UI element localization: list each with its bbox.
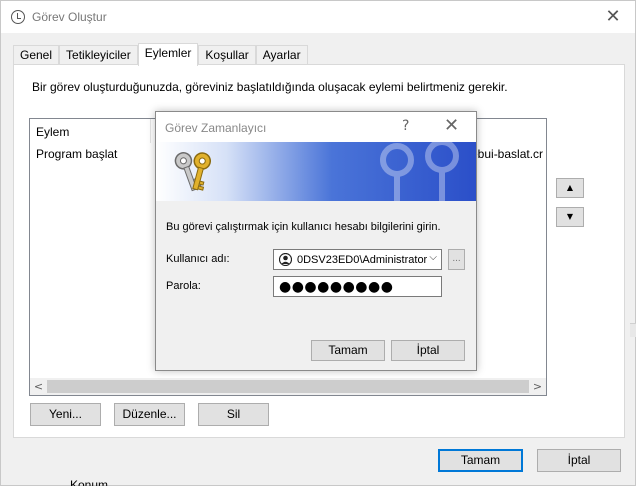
tab-general[interactable]: Genel	[13, 45, 60, 65]
dialog-title-bar: Görev Zamanlayıcı ? ✕	[156, 112, 476, 142]
tab-settings[interactable]: Ayarlar	[255, 45, 308, 65]
background-window-edge	[630, 323, 636, 337]
scroll-thumb[interactable]	[47, 380, 529, 393]
username-combobox[interactable]: 0DSV23ED0\Administrator ⌵	[273, 249, 442, 270]
password-masked-value: ●●●●●●●●●	[279, 279, 394, 295]
credential-dialog: Görev Zamanlayıcı ? ✕ Bu görevi çalıştır…	[155, 111, 477, 371]
tab-conditions[interactable]: Koşullar	[198, 45, 256, 65]
help-icon[interactable]: ?	[402, 118, 409, 134]
list-item[interactable]: Program başlat	[36, 147, 117, 161]
new-action-button[interactable]: Yeni...	[30, 403, 101, 426]
dialog-close-icon[interactable]: ✕	[444, 115, 459, 136]
move-down-button[interactable]: ▼	[556, 207, 584, 227]
cancel-button[interactable]: İptal	[537, 449, 621, 472]
ok-button[interactable]: Tamam	[438, 449, 523, 472]
dialog-instruction: Bu görevi çalıştırmak için kullanıcı hes…	[166, 221, 441, 233]
tab-bar: Genel Tetikleyiciler Eylemler Koşullar A…	[13, 43, 308, 66]
list-item-detail: ebui-baslat.cr	[471, 147, 544, 161]
tab-triggers[interactable]: Tetikleyiciler	[59, 45, 138, 65]
dialog-ok-button[interactable]: Tamam	[311, 340, 385, 361]
username-label: Kullanıcı adı:	[166, 253, 230, 265]
dialog-banner	[156, 142, 476, 201]
keys-icon	[174, 152, 212, 192]
column-action[interactable]: Eylem	[36, 125, 69, 139]
scroll-right-icon[interactable]: >	[529, 379, 546, 394]
user-avatar-icon	[279, 253, 292, 266]
actions-description: Bir görev oluşturduğunuzda, göreviniz ba…	[32, 80, 508, 94]
dialog-title: Görev Zamanlayıcı	[165, 121, 267, 135]
username-value: 0DSV23ED0\Administrator	[297, 254, 428, 266]
title-bar: Görev Oluştur ✕	[1, 1, 635, 33]
browse-user-button[interactable]: ...	[448, 249, 465, 270]
delete-action-button[interactable]: Sil	[198, 403, 269, 426]
scroll-left-icon[interactable]: <	[30, 379, 47, 394]
password-label: Parola:	[166, 280, 201, 292]
banner-watermark-keys-icon	[380, 142, 459, 201]
close-icon[interactable]: ✕	[603, 7, 623, 27]
password-field[interactable]: ●●●●●●●●●	[273, 276, 442, 297]
background-location-label: Konum	[70, 478, 109, 486]
chevron-down-icon[interactable]: ⌵	[429, 252, 437, 263]
window-title: Görev Oluştur	[32, 10, 107, 24]
tab-actions[interactable]: Eylemler	[137, 43, 199, 66]
move-up-button[interactable]: ▲	[556, 178, 584, 198]
horizontal-scrollbar[interactable]: < >	[30, 378, 546, 395]
edit-action-button[interactable]: Düzenle...	[114, 403, 185, 426]
column-separator[interactable]	[150, 119, 151, 143]
dialog-cancel-button[interactable]: İptal	[391, 340, 465, 361]
clock-icon	[11, 10, 25, 24]
